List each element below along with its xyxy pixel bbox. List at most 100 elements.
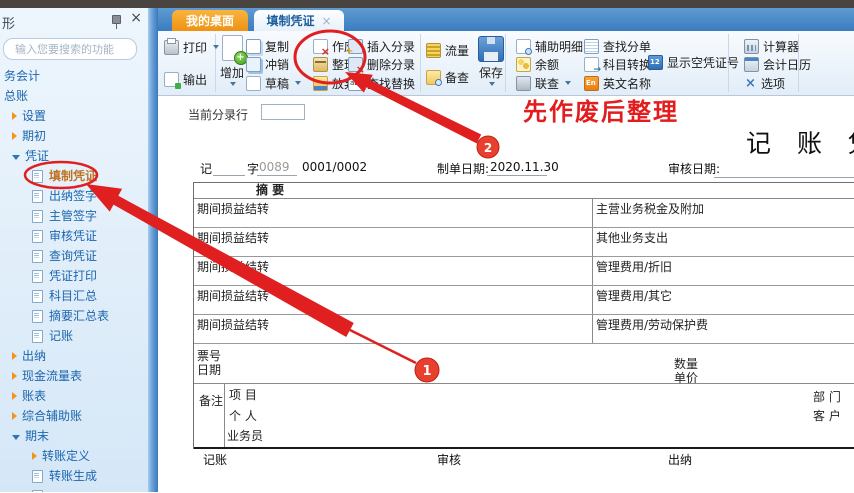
expand-arrow-icon[interactable] [12, 132, 17, 140]
sidebar-item[interactable]: 综合辅助账 [0, 406, 148, 426]
expand-arrow-icon[interactable] [12, 112, 17, 120]
writeoff-button[interactable]: 冲销 [246, 55, 289, 73]
copy-button[interactable]: 复制 [246, 37, 289, 55]
pin-icon[interactable] [112, 15, 121, 24]
entry-account-cell[interactable]: 主营业务税金及附加 [593, 199, 854, 227]
voucher-row[interactable]: 期间损益结转其他业务支出 [194, 228, 854, 257]
aux-detail-button[interactable]: 辅助明细 [516, 37, 583, 55]
expand-arrow-icon[interactable] [12, 392, 17, 400]
expand-arrow-icon[interactable] [12, 372, 17, 380]
add-button[interactable]: 增加 [220, 33, 244, 91]
sidebar-item[interactable]: 总账 [0, 86, 148, 106]
entry-account-cell[interactable]: 其他业务支出 [593, 228, 854, 256]
calendar-button[interactable]: 会计日历 [744, 55, 811, 73]
chevron-down-icon[interactable] [489, 82, 495, 86]
sidebar-item[interactable]: 期初 [0, 126, 148, 146]
export-button[interactable]: 输出 [164, 70, 207, 88]
sidebar-item-fill-voucher[interactable]: 填制凭证 [0, 166, 148, 186]
flow-button[interactable]: 流量 [426, 41, 469, 59]
entry-summary-cell[interactable]: 期间损益结转 [194, 199, 593, 227]
sidebar-nav: 务会计总账设置期初凭证填制凭证出纳签字主管签字审核凭证查询凭证凭证打印科目汇总摘… [0, 66, 148, 492]
add-icon [222, 35, 243, 61]
draft-button[interactable]: 草稿 [246, 74, 301, 92]
person-label: 个 人 [229, 407, 257, 424]
entry-summary-cell[interactable]: 期间损益结转 [194, 228, 593, 256]
tab-close-icon[interactable]: × [321, 14, 331, 28]
document-icon [32, 330, 43, 343]
find-bill-button[interactable]: 查找分单 [584, 37, 651, 55]
chevron-down-icon[interactable] [230, 82, 236, 86]
collapse-arrow-icon[interactable] [12, 435, 20, 440]
expand-arrow-icon[interactable] [12, 352, 17, 360]
options-button[interactable]: 选项 [744, 74, 785, 92]
delete-entry-button[interactable]: 删除分录 [348, 55, 415, 73]
search-input[interactable] [13, 40, 131, 58]
document-icon [32, 230, 43, 243]
voucher-title: 记 账 凭 证 [746, 124, 854, 160]
reference-button[interactable]: 备查 [426, 68, 469, 86]
show-empty-voucher-button[interactable]: 显示空凭证号 [648, 53, 739, 71]
sidebar-item[interactable]: 期末 [0, 426, 148, 446]
sidebar-item[interactable]: 务会计 [0, 66, 148, 86]
current-entry-row-input[interactable] [261, 104, 305, 120]
voucher-row[interactable]: 期间损益结转主营业务税金及附加 [194, 199, 854, 228]
sidebar-item[interactable]: 现金流量表 [0, 366, 148, 386]
sidebar-item[interactable]: 凭证 [0, 146, 148, 166]
entry-account-cell[interactable]: 管理费用/其它 [593, 286, 854, 314]
sidebar-item[interactable]: 设置 [0, 106, 148, 126]
find-replace-button[interactable]: 查找替换 [348, 74, 415, 92]
voucher-row[interactable]: 期间损益结转管理费用/劳动保护费 [194, 315, 854, 344]
print-button[interactable]: 打印 [164, 38, 219, 56]
make-date-value[interactable]: 2020.11.30 [490, 160, 559, 174]
voucher-row[interactable]: 期间损益结转管理费用/折旧 [194, 257, 854, 286]
sidebar-item[interactable] [0, 486, 148, 492]
voucher-number[interactable]: 0089 [259, 160, 290, 174]
make-date-underline [487, 174, 547, 176]
balance-button[interactable]: 余额 [516, 55, 559, 73]
sidebar-item[interactable]: 转账生成 [0, 466, 148, 486]
sidebar-item[interactable]: 记账 [0, 326, 148, 346]
save-button[interactable]: 保存 [478, 33, 504, 91]
voucher-pages: 0001/0002 [302, 160, 367, 174]
entry-account-cell[interactable]: 管理费用/折旧 [593, 257, 854, 285]
sidebar-item[interactable]: 摘要汇总表 [0, 306, 148, 326]
tab-my-desktop[interactable]: 我的桌面 [172, 10, 248, 31]
sidebar-divider[interactable] [148, 8, 158, 492]
insert-entry-button[interactable]: 插入分录 [348, 37, 415, 55]
sidebar-item[interactable]: 转账定义 [0, 446, 148, 466]
note-strip: 备注 项 目 个 人 业务员 部 门 客 户 [194, 384, 854, 449]
balance-icon [516, 57, 531, 72]
voucher-row[interactable]: 期间损益结转管理费用/其它 [194, 286, 854, 315]
sidebar-item[interactable]: 账表 [0, 386, 148, 406]
english-name-button[interactable]: 英文名称 [584, 74, 651, 92]
document-icon [32, 310, 43, 323]
entry-account-cell[interactable]: 管理费用/劳动保护费 [593, 315, 854, 343]
sidebar-item[interactable]: 审核凭证 [0, 226, 148, 246]
voucher-rows: 期间损益结转主营业务税金及附加期间损益结转其他业务支出期间损益结转管理费用/折旧… [194, 199, 854, 344]
sidebar-item[interactable]: 查询凭证 [0, 246, 148, 266]
sidebar-item[interactable]: 出纳签字 [0, 186, 148, 206]
collapse-arrow-icon[interactable] [12, 155, 20, 160]
entry-summary-cell[interactable]: 期间损益结转 [194, 257, 593, 285]
close-icon[interactable]: × [130, 10, 142, 26]
account-convert-button[interactable]: 科目转换 [584, 55, 651, 73]
expand-arrow-icon[interactable] [12, 412, 17, 420]
chevron-down-icon[interactable] [295, 81, 301, 85]
sidebar-item[interactable]: 主管签字 [0, 206, 148, 226]
linked-query-button[interactable]: 联查 [516, 74, 571, 92]
show-empty-voucher-icon [648, 55, 663, 70]
calculator-icon [744, 39, 759, 54]
expand-arrow-icon[interactable] [32, 452, 37, 460]
tab-fill-voucher[interactable]: 填制凭证 × [254, 10, 344, 31]
entry-summary-cell[interactable]: 期间损益结转 [194, 286, 593, 314]
sidebar-item[interactable]: 凭证打印 [0, 266, 148, 286]
chevron-down-icon[interactable] [565, 81, 571, 85]
chevron-down-icon[interactable] [213, 45, 219, 49]
sidebar-item[interactable]: 出纳 [0, 346, 148, 366]
calculator-button[interactable]: 计算器 [744, 37, 799, 55]
type-underline [213, 174, 245, 176]
toolbar-separator [505, 34, 506, 92]
sidebar-item-label: 出纳签字 [49, 186, 97, 206]
entry-summary-cell[interactable]: 期间损益结转 [194, 315, 593, 343]
sidebar-item[interactable]: 科目汇总 [0, 286, 148, 306]
